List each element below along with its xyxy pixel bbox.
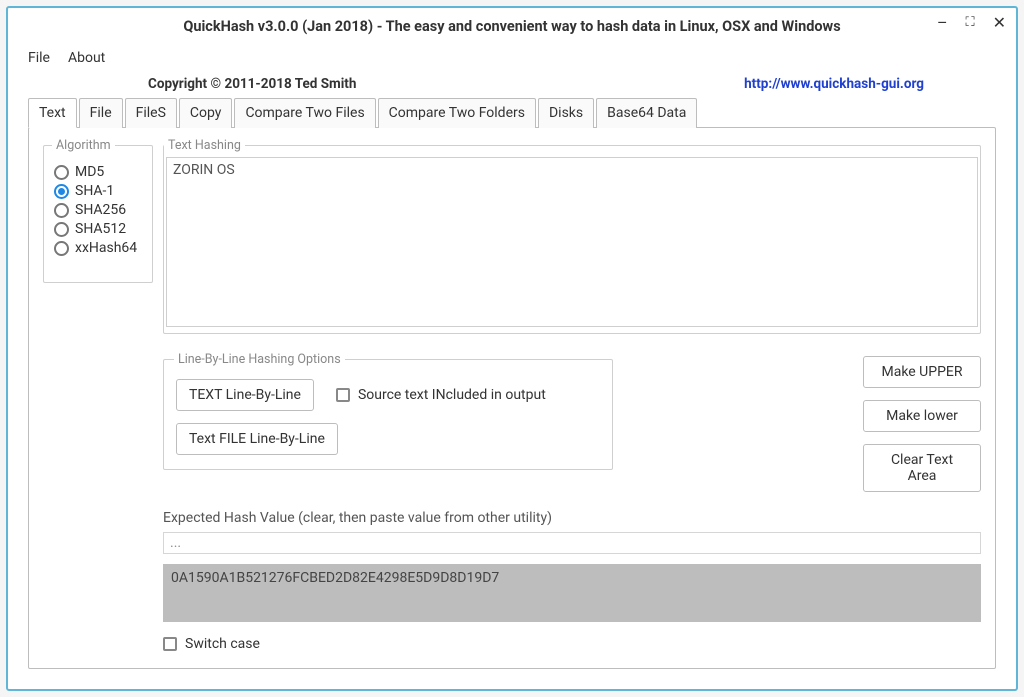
expected-hash-label: Expected Hash Value (clear, then paste v… — [163, 510, 981, 526]
tab-copy[interactable]: Copy — [179, 98, 233, 128]
radio-icon — [54, 184, 69, 199]
tab-compare-two-folders[interactable]: Compare Two Folders — [378, 98, 536, 128]
titlebar: QuickHash v3.0.0 (Jan 2018) - The easy a… — [8, 8, 1016, 44]
line-by-line-legend: Line-By-Line Hashing Options — [174, 352, 345, 367]
tab-files[interactable]: FileS — [125, 98, 177, 128]
text-hashing-group: Text Hashing — [163, 138, 981, 334]
checkbox-label: Switch case — [185, 636, 260, 652]
radio-icon — [54, 203, 69, 218]
tab-content: Algorithm MD5 SHA-1 SHA256 SHA512 — [28, 127, 996, 669]
text-line-by-line-button[interactable]: TEXT Line-By-Line — [176, 379, 314, 411]
switch-case-checkbox[interactable]: Switch case — [163, 636, 981, 652]
make-upper-button[interactable]: Make UPPER — [863, 356, 981, 388]
minimize-icon[interactable]: – — [937, 15, 948, 31]
text-file-line-by-line-button[interactable]: Text FILE Line-By-Line — [176, 423, 338, 455]
line-by-line-group: Line-By-Line Hashing Options TEXT Line-B… — [163, 352, 613, 470]
app-window: QuickHash v3.0.0 (Jan 2018) - The easy a… — [6, 6, 1018, 691]
radio-label: SHA256 — [75, 202, 126, 218]
clear-text-area-button[interactable]: Clear Text Area — [863, 444, 981, 492]
include-source-checkbox[interactable]: Source text INcluded in output — [336, 387, 546, 403]
radio-sha1[interactable]: SHA-1 — [54, 183, 142, 199]
checkbox-label: Source text INcluded in output — [358, 387, 546, 403]
radio-label: SHA-1 — [75, 183, 114, 199]
algorithm-legend: Algorithm — [52, 138, 115, 153]
radio-xxhash64[interactable]: xxHash64 — [54, 240, 142, 256]
middle-row: Line-By-Line Hashing Options TEXT Line-B… — [163, 352, 981, 492]
algorithm-group: Algorithm MD5 SHA-1 SHA256 SHA512 — [43, 138, 153, 283]
expected-hash-input[interactable]: ... — [163, 532, 981, 554]
window-controls: – ⛶ ✕ — [937, 15, 1006, 31]
radio-label: SHA512 — [75, 221, 126, 237]
copyright-text: Copyright © 2011-2018 Ted Smith — [148, 76, 356, 92]
radio-sha256[interactable]: SHA256 — [54, 202, 142, 218]
make-lower-button[interactable]: Make lower — [863, 400, 981, 432]
tab-base64-data[interactable]: Base64 Data — [596, 98, 697, 128]
tab-text[interactable]: Text — [28, 98, 77, 128]
radio-icon — [54, 165, 69, 180]
radio-sha512[interactable]: SHA512 — [54, 221, 142, 237]
maximize-icon[interactable]: ⛶ — [965, 16, 974, 32]
window-title: QuickHash v3.0.0 (Jan 2018) - The easy a… — [18, 18, 1006, 35]
hash-result-output: 0A1590A1B521276FCBED2D82E4298E5D9D8D19D7 — [163, 564, 981, 622]
tab-compare-two-files[interactable]: Compare Two Files — [234, 98, 375, 128]
tab-file[interactable]: File — [79, 98, 123, 128]
menu-about[interactable]: About — [68, 50, 105, 66]
menubar: File About — [8, 44, 1016, 74]
text-input[interactable] — [166, 157, 978, 327]
action-buttons: Make UPPER Make lower Clear Text Area — [863, 352, 981, 492]
tabstrip: Text File FileS Copy Compare Two Files C… — [8, 98, 1016, 128]
menu-file[interactable]: File — [28, 50, 50, 66]
checkbox-icon — [336, 388, 350, 402]
header-line: Copyright © 2011-2018 Ted Smith http://w… — [8, 74, 1016, 98]
radio-label: xxHash64 — [75, 240, 137, 256]
tab-disks[interactable]: Disks — [538, 98, 594, 128]
radio-label: MD5 — [75, 164, 104, 180]
radio-icon — [54, 222, 69, 237]
text-panel: Text Hashing Line-By-Line Hashing Option… — [163, 138, 981, 654]
close-icon[interactable]: ✕ — [993, 15, 1006, 31]
radio-icon — [54, 241, 69, 256]
text-hashing-legend: Text Hashing — [164, 138, 245, 153]
website-link[interactable]: http://www.quickhash-gui.org — [744, 76, 924, 92]
checkbox-icon — [163, 637, 177, 651]
radio-md5[interactable]: MD5 — [54, 164, 142, 180]
